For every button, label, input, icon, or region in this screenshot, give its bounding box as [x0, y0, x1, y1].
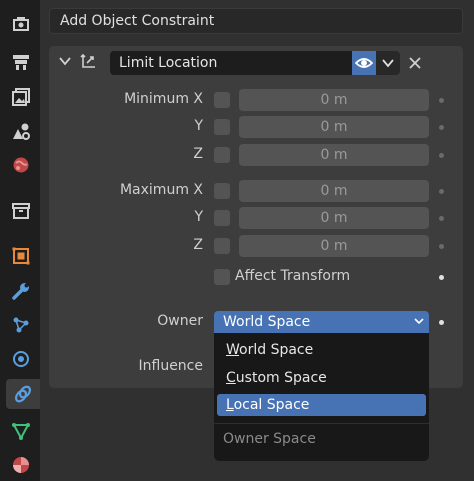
keyframe-dot[interactable] — [439, 189, 444, 194]
physics-icon[interactable] — [6, 344, 36, 374]
properties-sidebar — [0, 0, 40, 481]
menu-divider — [214, 423, 429, 424]
menu-item-world-space[interactable]: World Space — [217, 339, 426, 361]
minimum-y-label: Y — [194, 118, 203, 134]
object-icon[interactable] — [6, 241, 36, 271]
influence-label: Influence — [138, 358, 204, 374]
maximum-x-label: Maximum X — [119, 182, 203, 198]
maximum-y-checkbox[interactable] — [214, 210, 230, 226]
accelerator-key: C — [226, 370, 236, 386]
accelerator-key: L — [226, 397, 234, 413]
output-icon[interactable] — [6, 82, 36, 112]
menu-item-label: orld Space — [239, 342, 314, 358]
constraint-options-dropdown[interactable] — [376, 51, 400, 75]
keyframe-dot[interactable] — [439, 275, 444, 280]
affect-transform-checkbox[interactable] — [214, 269, 230, 285]
keyframe-dot[interactable] — [439, 153, 444, 158]
minimum-x-checkbox[interactable] — [214, 92, 230, 108]
affect-transform-label: Affect Transform — [235, 268, 351, 284]
view-layer-icon[interactable] — [6, 116, 36, 146]
maximum-z-checkbox[interactable] — [214, 238, 230, 254]
maximum-z-field[interactable]: 0 m — [239, 235, 429, 257]
menu-item-local-space[interactable]: Local Space — [217, 394, 426, 416]
maximum-x-field[interactable]: 0 m — [239, 180, 429, 202]
visibility-toggle[interactable] — [352, 51, 376, 75]
keyframe-dot[interactable] — [439, 125, 444, 130]
menu-title: Owner Space — [223, 431, 316, 447]
minimum-z-label: Z — [193, 146, 203, 162]
minimum-z-field[interactable]: 0 m — [239, 144, 429, 166]
chevron-down-icon — [414, 318, 424, 325]
scene-icon[interactable] — [6, 150, 36, 180]
owner-space-menu: World Space Custom Space Local Space Own… — [214, 333, 429, 461]
render-icon[interactable] — [6, 47, 36, 77]
collapse-chevron-icon[interactable] — [58, 54, 72, 68]
owner-space-value: World Space — [223, 314, 311, 330]
minimum-x-label: Minimum X — [124, 91, 203, 107]
menu-item-label: ocal Space — [233, 397, 310, 413]
minimum-x-field[interactable]: 0 m — [239, 89, 429, 111]
minimum-y-field[interactable]: 0 m — [239, 116, 429, 138]
constraints-icon[interactable] — [6, 379, 40, 409]
limit-location-icon — [80, 53, 95, 68]
tool-icon[interactable] — [6, 9, 36, 39]
modifier-icon[interactable] — [6, 276, 36, 306]
particles-icon[interactable] — [6, 310, 36, 340]
eye-icon — [355, 58, 373, 68]
add-object-constraint-label: Add Object Constraint — [60, 13, 215, 29]
keyframe-dot[interactable] — [439, 216, 444, 221]
chevron-down-icon — [382, 59, 394, 68]
add-object-constraint-button[interactable]: Add Object Constraint — [49, 8, 463, 34]
owner-label: Owner — [157, 313, 203, 329]
maximum-z-label: Z — [193, 237, 203, 253]
owner-space-select[interactable]: World Space — [214, 311, 429, 333]
maximum-y-label: Y — [194, 209, 203, 225]
minimum-z-checkbox[interactable] — [214, 147, 230, 163]
menu-item-label: ustom Space — [235, 370, 327, 386]
keyframe-dot[interactable] — [439, 320, 444, 325]
minimum-y-checkbox[interactable] — [214, 119, 230, 135]
accelerator-key: W — [226, 342, 240, 358]
keyframe-dot[interactable] — [439, 98, 444, 103]
maximum-x-checkbox[interactable] — [214, 183, 230, 199]
keyframe-dot[interactable] — [439, 244, 444, 249]
close-icon[interactable] — [406, 54, 424, 72]
constraint-name-field[interactable]: Limit Location — [110, 51, 352, 75]
material-icon[interactable] — [6, 450, 36, 480]
maximum-y-field[interactable]: 0 m — [239, 207, 429, 229]
data-icon[interactable] — [6, 416, 36, 446]
collection-icon[interactable] — [6, 196, 36, 226]
menu-item-custom-space[interactable]: Custom Space — [217, 367, 426, 389]
